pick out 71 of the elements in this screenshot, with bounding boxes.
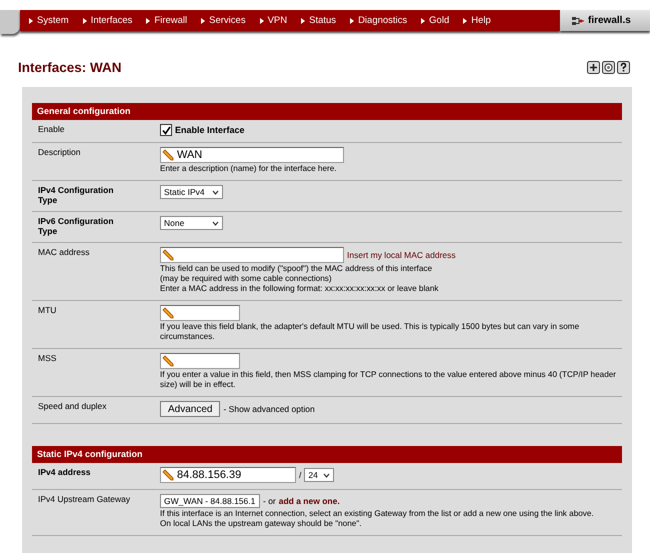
nav-item[interactable]: Firewall (139, 15, 194, 26)
caret-icon (212, 220, 219, 226)
field-label: IPv4 address (38, 467, 90, 477)
help-text: (may be required with some cable connections) (160, 274, 333, 284)
host-name: firewall.s (588, 15, 631, 26)
triangle-icon (301, 18, 306, 24)
triangle-icon (463, 18, 468, 24)
help-text: If this interface is an Internet connection, select an existing Gateway from the list or add a new one using the link above. (160, 509, 595, 519)
caret-icon (212, 190, 219, 194)
slash-separator: / (299, 470, 302, 480)
checkbox[interactable] (160, 124, 172, 136)
section-header: General configuration (32, 103, 622, 120)
dropdown[interactable]: Static IPv4 (160, 185, 223, 199)
input-field[interactable]: 84.88.156.39 (160, 467, 296, 483)
input-field[interactable] (160, 247, 344, 263)
help-text: Enter a description (name) for the interface here. (160, 164, 338, 174)
nav-item[interactable]: System (22, 15, 76, 26)
pencil-icon (162, 149, 174, 161)
triangle-icon (260, 18, 264, 24)
caret-icon (323, 472, 330, 478)
add-gateway-link[interactable]: add a new one. (278, 496, 340, 506)
tab-edge (0, 10, 20, 34)
dropdown[interactable]: GW_WAN - 84.88.156.1 (160, 494, 260, 508)
field-label: IPv4 Configuration Type (38, 185, 115, 205)
field-label: IPv6 Configuration Type (38, 216, 115, 236)
dropdown[interactable]: 24 (304, 468, 334, 482)
page-title: Interfaces: WAN (18, 60, 122, 74)
section-header: Static IPv4 configuration (32, 446, 622, 463)
triangle-icon (201, 18, 206, 24)
nav-item[interactable]: Gold (414, 15, 456, 26)
field-label: Speed and duplex (38, 401, 107, 411)
triangle-icon (421, 18, 426, 24)
pencil-icon (162, 355, 174, 367)
mac-link[interactable]: Insert my local MAC address (347, 250, 456, 260)
field-label: MSS (38, 353, 56, 363)
nav-item[interactable]: Services (194, 15, 253, 26)
triangle-icon (146, 18, 150, 24)
help-text: If you enter a value in this field, then MSS clamping for TCP connections to the value entered above minus 40 (TCP/IP header size) will be in effect. (160, 370, 618, 390)
network-icon (572, 16, 584, 26)
help-text: Enter a MAC address in the following format: xx:xx:xx:xx:xx:xx or leave blank (160, 284, 440, 294)
pencil-icon (162, 307, 174, 319)
advanced-button[interactable]: Advanced (160, 401, 220, 417)
input-field[interactable]: WAN (160, 147, 344, 163)
triangle-icon (350, 18, 354, 24)
pencil-icon (162, 249, 174, 261)
input-field[interactable] (160, 305, 240, 321)
triangle-icon (82, 18, 87, 24)
or-text: - or (263, 496, 276, 506)
field-label: MAC address (38, 247, 90, 257)
dropdown[interactable]: None (160, 216, 223, 230)
nav-item[interactable]: VPN (252, 15, 294, 26)
button-note: - Show advanced option (223, 404, 315, 414)
pencil-icon (162, 469, 174, 481)
disc-icon (602, 60, 615, 74)
checkbox-label: Enable Interface (175, 125, 245, 135)
field-label: MTU (38, 305, 56, 315)
check-icon (162, 126, 170, 134)
field-label: IPv4 Upstream Gateway (38, 494, 130, 504)
input-field[interactable] (160, 353, 240, 369)
help-text: If you leave this field blank, the adapter's default MTU will be used. This is typically 1500 bytes but can vary in some circumstances. (160, 322, 580, 342)
nav-item[interactable]: Interfaces (76, 15, 140, 26)
help-text: This field can be used to modify ("spoof") the MAC address of this interface (160, 264, 434, 274)
plus-icon (587, 60, 600, 74)
nav-item[interactable]: Diagnostics (343, 15, 414, 26)
nav-item[interactable]: Help (456, 15, 498, 26)
nav-item[interactable]: Status (294, 15, 344, 26)
field-label: Enable (38, 124, 64, 134)
triangle-icon (29, 18, 33, 24)
help-icon (617, 60, 630, 74)
help-text: On local LANs the upstream gateway should be "none". (160, 519, 363, 529)
field-label: Description (38, 147, 81, 157)
